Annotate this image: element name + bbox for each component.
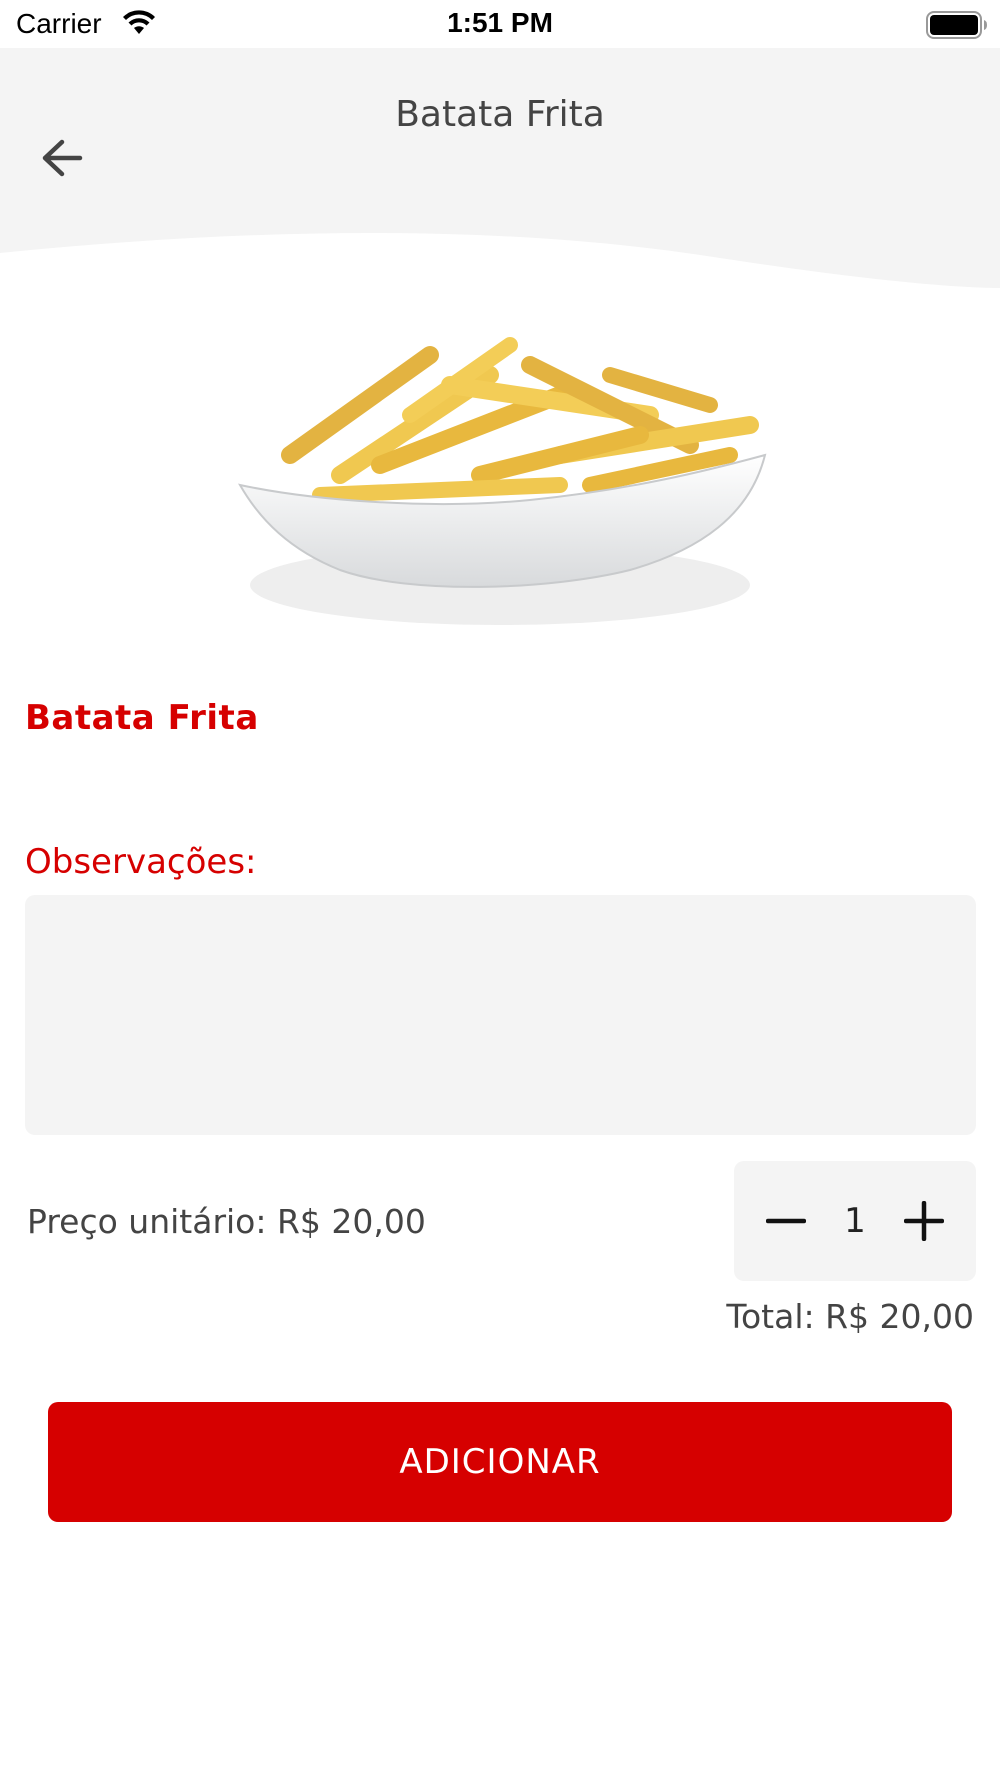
observations-input[interactable] [25, 895, 976, 1135]
product-name: Batata Frita [25, 698, 259, 738]
quantity-stepper: 1 [734, 1161, 976, 1281]
decrease-quantity-button[interactable] [754, 1189, 818, 1253]
increase-quantity-button[interactable] [892, 1189, 956, 1253]
product-image [230, 285, 775, 655]
total-price: Total: R$ 20,00 [726, 1297, 974, 1336]
arrow-left-icon [42, 139, 83, 177]
status-bar: Carrier 1:51 PM [0, 0, 1000, 48]
plus-icon [903, 1201, 944, 1241]
page-title: Batata Frita [395, 94, 605, 135]
header: Batata Frita [0, 48, 1000, 348]
unit-price: Preço unitário: R$ 20,00 [27, 1202, 426, 1241]
quantity-value: 1 [844, 1201, 866, 1241]
observations-label: Observações: [25, 842, 257, 882]
add-button[interactable]: ADICIONAR [48, 1402, 952, 1522]
back-button[interactable] [30, 126, 94, 190]
battery-icon [926, 11, 988, 43]
minus-icon [766, 1218, 806, 1224]
status-time: 1:51 PM [447, 7, 553, 38]
